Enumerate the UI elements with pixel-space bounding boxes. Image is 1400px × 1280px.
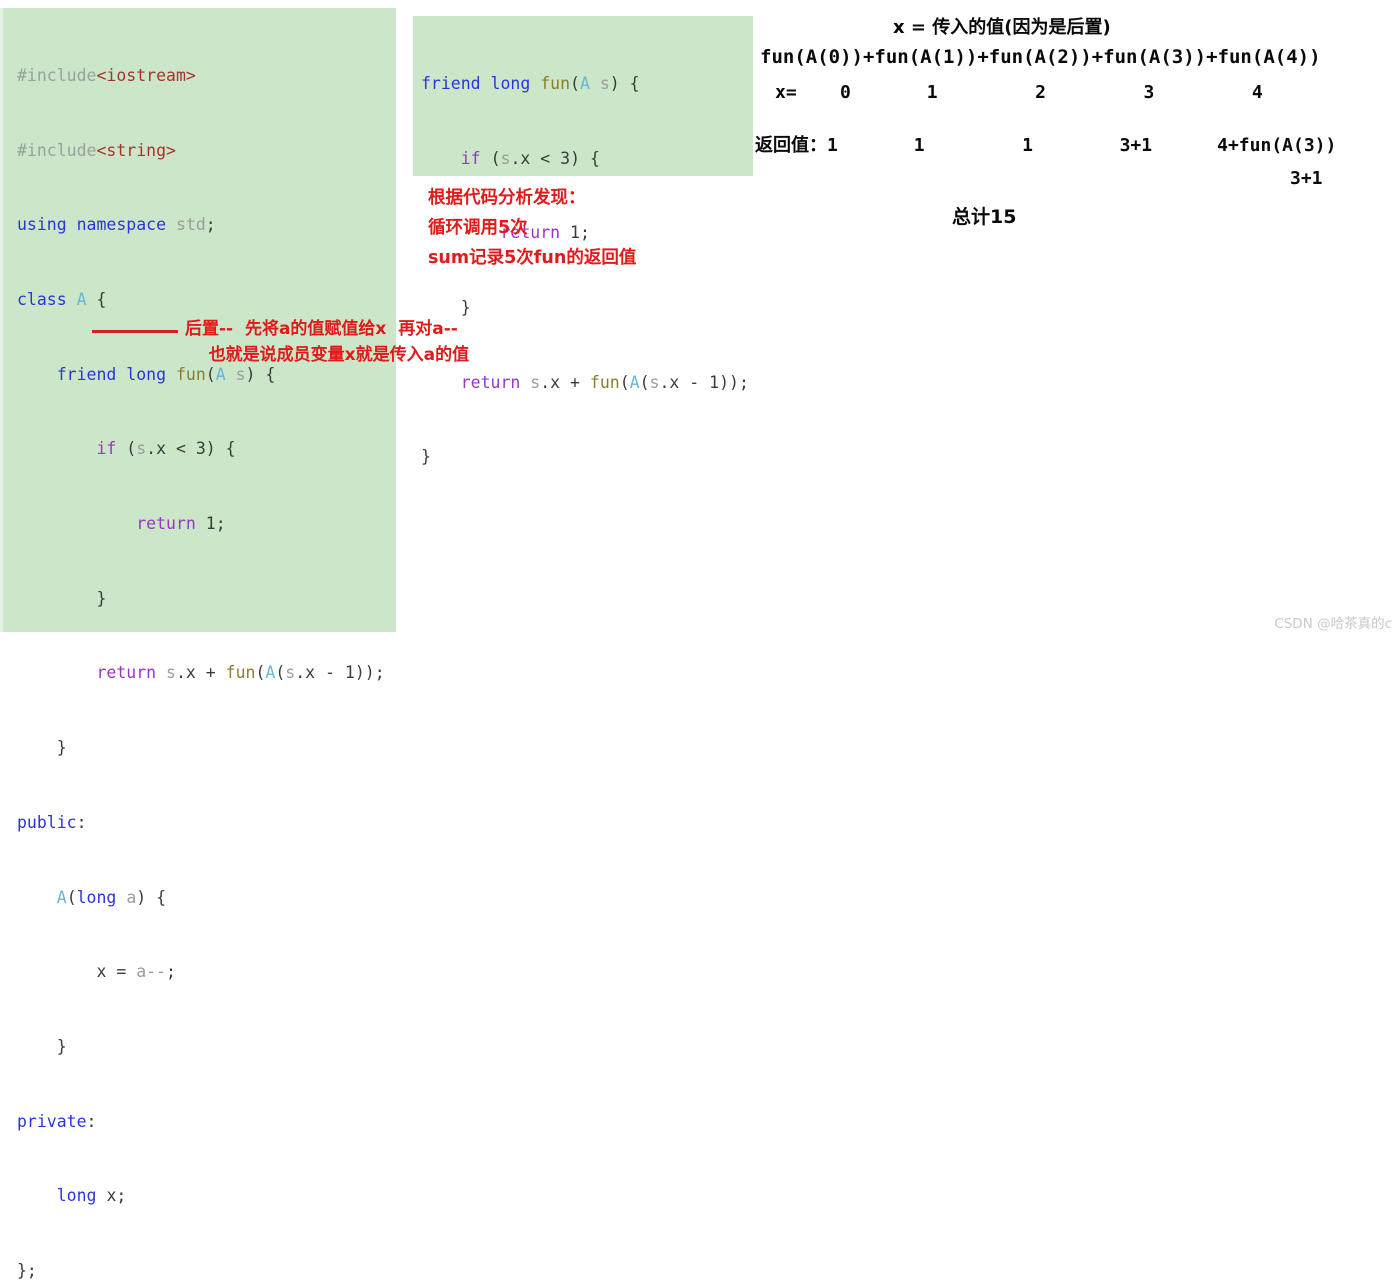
code-line: if (s.x < 3) { — [460, 148, 600, 168]
trace-sum-expression: fun(A(0))+fun(A(1))+fun(A(2))+fun(A(3))+… — [760, 46, 1321, 68]
code-line: #include<string> — [17, 140, 176, 160]
code-line: class A { — [17, 289, 107, 309]
code-line: return s.x + fun(A(s.x - 1)); — [460, 372, 749, 392]
annotation-analysis-line2: 循环调用5次 — [428, 218, 528, 238]
code-line: } — [460, 297, 471, 317]
trace-x-values-row: x= 0 1 2 3 4 — [775, 82, 1263, 103]
code-line: } — [56, 1036, 67, 1056]
code-line: public: — [17, 812, 87, 832]
code-line: using namespace std; — [17, 215, 216, 235]
code-line-highlighted: x = a--; — [96, 962, 176, 982]
annotation-analysis-line1: 根据代码分析发现： — [428, 188, 586, 208]
code-line: } — [96, 588, 107, 608]
annotation-code-analysis: 根据代码分析发现： 循环调用5次 sum记录5次fun的返回值 — [428, 183, 636, 273]
code-line: return s.x + fun(A(s.x - 1)); — [96, 663, 385, 683]
annotation-postfix-decrement: 后置-- 先将a的值赋值给x 再对a-- 也就是说成员变量x就是传入a的值 — [185, 316, 469, 368]
code-line: private: — [17, 1111, 97, 1131]
trace-total: 总计15 — [952, 206, 1017, 228]
code-line: if (s.x < 3) { — [96, 439, 236, 459]
csdn-watermark: CSDN @哈茶真的c — [1274, 616, 1392, 632]
code-line: #include<iostream> — [17, 65, 196, 85]
annotation-postfix-line2: 也就是说成员变量x就是传入a的值 — [208, 345, 470, 365]
code-line: } — [421, 447, 431, 467]
annotation-analysis-line3: sum记录5次fun的返回值 — [428, 248, 637, 268]
trace-x-definition: x = 传入的值(因为是后置) — [893, 17, 1111, 38]
code-line: return 1; — [136, 514, 226, 534]
code-line: A(long a) { — [56, 887, 167, 907]
trace-nested-return: 3+1 — [1290, 168, 1323, 189]
code-line: } — [56, 738, 67, 758]
code-line: friend long fun(A s) { — [421, 73, 640, 93]
code-block-fun-excerpt: friend long fun(A s) { if (s.x < 3) { re… — [413, 16, 753, 466]
code-line: }; — [17, 1261, 37, 1280]
code-line: long x; — [56, 1186, 127, 1206]
red-underline-marker — [92, 330, 178, 333]
trace-return-values-row: 返回值：1 1 1 3+1 4+fun(A(3)) — [755, 135, 1337, 156]
annotation-postfix-line1: 后置-- 先将a的值赋值给x 再对a-- — [185, 319, 458, 339]
